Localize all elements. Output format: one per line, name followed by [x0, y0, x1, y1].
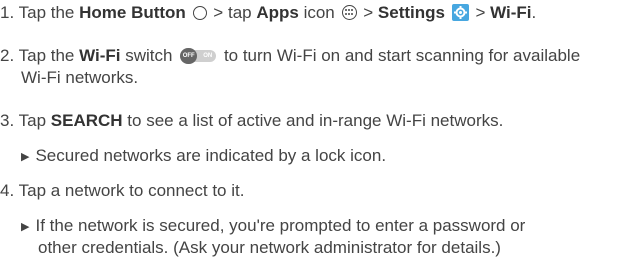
- home-button-label: Home Button: [79, 3, 186, 22]
- step-number: 4.: [0, 181, 15, 200]
- step-text: Tap the: [18, 3, 75, 22]
- step-text: to turn Wi-Fi on and start scanning for …: [223, 46, 581, 65]
- separator: >: [475, 3, 486, 22]
- bullet-text: other credentials. (Ask your network adm…: [38, 238, 501, 257]
- wifi-label: Wi-Fi: [490, 3, 532, 22]
- step-2: 2. Tap the Wi-Fi switch OFF ON to turn W…: [0, 45, 580, 67]
- apps-label: Apps: [256, 3, 299, 22]
- wifi-toggle-switch-icon: OFF ON: [180, 47, 217, 64]
- toggle-knob: OFF: [180, 47, 198, 64]
- step-text: switch: [125, 46, 173, 65]
- step-text: to see a list of active and in-range Wi-…: [127, 111, 504, 130]
- bullet-text: Secured networks are indicated by a lock…: [35, 146, 387, 165]
- step-number: 2.: [0, 46, 15, 65]
- bullet-triangle-icon: ▶: [21, 221, 30, 233]
- step-number: 1.: [0, 3, 15, 22]
- step-1: 1. Tap the Home Button > tap Apps icon >…: [0, 2, 536, 24]
- step-3-bullet: ▶ Secured networks are indicated by a loc…: [21, 145, 386, 169]
- step-text: Tap a network to connect to it.: [18, 181, 245, 200]
- step-4-bullet-continuation: other credentials. (Ask your network adm…: [38, 237, 501, 259]
- apps-icon: [341, 5, 357, 21]
- separator: >: [363, 3, 374, 22]
- toggle-on-text: ON: [203, 52, 213, 59]
- step-2-continuation: Wi-Fi networks.: [21, 67, 138, 89]
- step-text: icon: [303, 3, 335, 22]
- step-text: Tap the: [18, 46, 75, 65]
- bullet-triangle-icon: ▶: [21, 151, 30, 163]
- settings-label: Settings: [377, 3, 445, 22]
- instructions-document: 1. Tap the Home Button > tap Apps icon >…: [0, 0, 638, 257]
- settings-icon: [451, 4, 469, 22]
- search-label: SEARCH: [50, 111, 123, 130]
- home-button-circle-icon: [192, 5, 207, 20]
- step-3: 3. Tap SEARCH to see a list of active an…: [0, 110, 503, 132]
- step-text: tap: [227, 3, 252, 22]
- step-text: Tap: [18, 111, 47, 130]
- step-4-bullet: ▶ If the network is secured, you're promp…: [21, 215, 525, 239]
- wifi-label: Wi-Fi: [79, 46, 121, 65]
- step-text: .: [531, 3, 537, 22]
- bullet-text: If the network is secured, you're prompt…: [35, 216, 526, 235]
- step-number: 3.: [0, 111, 15, 130]
- separator: >: [213, 3, 224, 22]
- step-4: 4. Tap a network to connect to it.: [0, 180, 244, 202]
- step-text: Wi-Fi networks.: [21, 68, 139, 87]
